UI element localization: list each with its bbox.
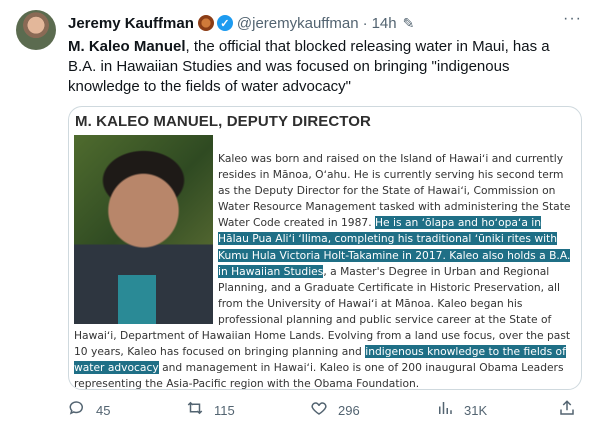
tweet-header: Jeremy Kauffman ✓ @jeremykauffman · 14h … — [68, 13, 588, 33]
tweet-time[interactable]: 14h — [372, 15, 397, 32]
repost-button[interactable]: 115 — [186, 399, 235, 422]
verified-icon: ✓ — [216, 15, 233, 31]
share-icon — [558, 399, 576, 422]
more-icon[interactable]: ··· — [563, 10, 582, 28]
tweet-text-bold: M. Kaleo Manuel — [68, 38, 186, 55]
author-handle[interactable]: @jeremykauffman — [237, 15, 359, 32]
repost-count: 115 — [214, 403, 235, 418]
tweet-text: M. Kaleo Manuel, the official that block… — [68, 37, 580, 97]
action-bar: 45 115 296 31K — [68, 399, 580, 421]
card-body-text: Kaleo was born and raised on the Island … — [74, 151, 574, 389]
heart-icon — [310, 399, 328, 422]
like-count: 296 — [338, 403, 360, 418]
author-name[interactable]: Jeremy Kauffman — [68, 15, 194, 32]
profile-emoji-icon — [197, 15, 214, 31]
edit-icon[interactable]: ✎ — [403, 15, 415, 32]
reply-count: 45 — [96, 403, 111, 418]
share-button[interactable] — [558, 399, 576, 422]
view-count: 31K — [464, 403, 488, 418]
repost-icon — [186, 399, 204, 422]
views-icon — [436, 399, 454, 422]
card-title: M. KALEO MANUEL, DEPUTY DIRECTOR — [75, 113, 371, 130]
like-button[interactable]: 296 — [310, 399, 360, 422]
author-avatar[interactable] — [16, 10, 56, 50]
reply-icon — [68, 399, 86, 422]
reply-button[interactable]: 45 — [68, 399, 110, 422]
separator-dot: · — [362, 14, 368, 32]
views-button[interactable]: 31K — [436, 399, 487, 422]
attached-image-card[interactable]: M. KALEO MANUEL, DEPUTY DIRECTOR Kaleo w… — [68, 106, 582, 390]
